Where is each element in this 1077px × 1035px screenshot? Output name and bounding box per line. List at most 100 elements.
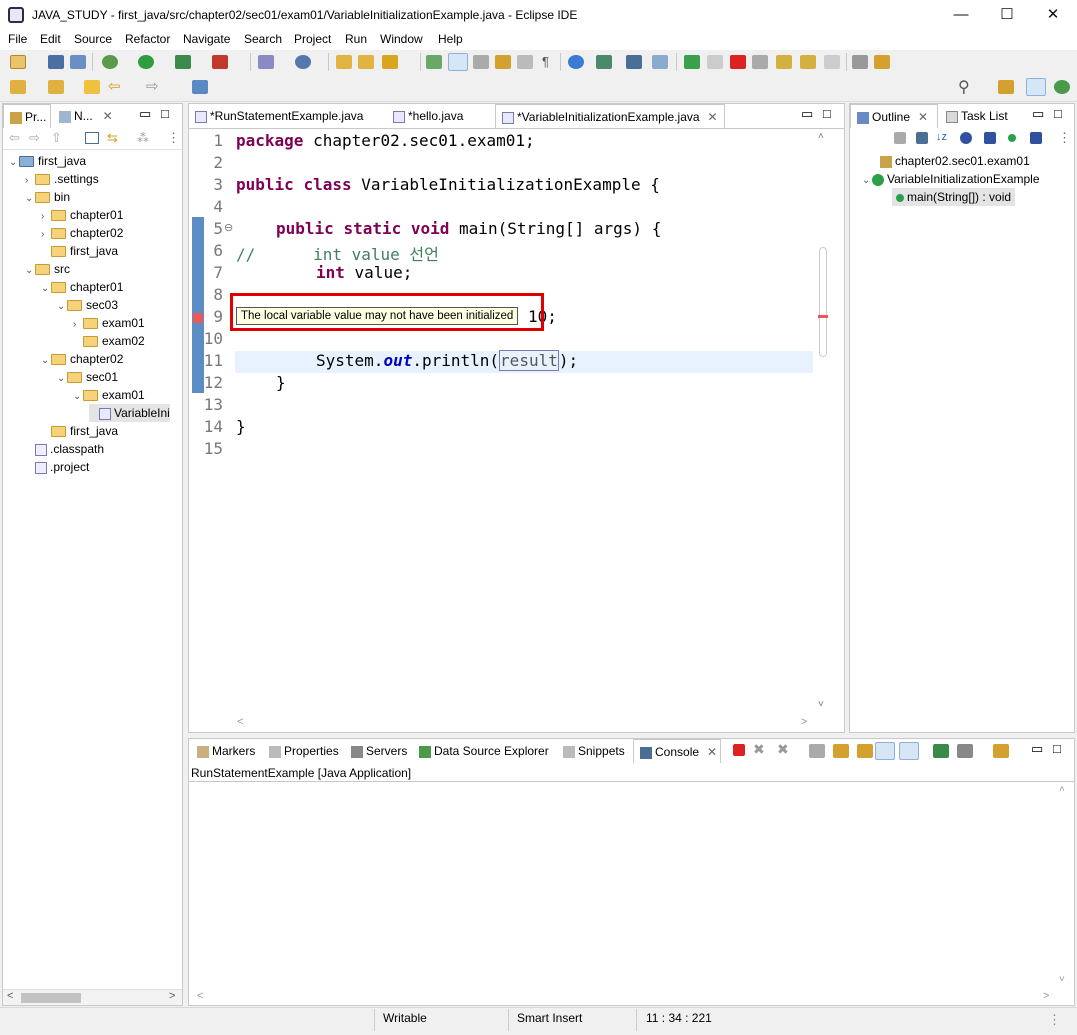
word-wrap-icon[interactable] — [857, 744, 873, 758]
prev-annotation-icon[interactable] — [48, 80, 64, 94]
menu-search[interactable]: Search — [244, 32, 282, 46]
maximize-view-icon[interactable]: □ — [823, 106, 831, 121]
scroll-right-icon[interactable]: > — [801, 716, 807, 728]
suspend-icon[interactable] — [707, 55, 723, 69]
remote-icon[interactable] — [652, 55, 668, 69]
tree-item[interactable]: first_java — [41, 422, 118, 440]
java-perspective-icon[interactable] — [596, 55, 612, 69]
tab-console[interactable]: Console ✕ — [633, 739, 721, 763]
tree-item[interactable]: ⌄ src — [25, 260, 70, 278]
code-editor[interactable]: 1 2 3 4 5 6 7 8 9 10 11 12 13 14 15 ⊖ pa… — [189, 128, 844, 719]
scroll-right-icon[interactable]: > — [169, 990, 175, 1002]
java-perspective-button-icon[interactable] — [1026, 78, 1046, 96]
terminate-icon[interactable] — [733, 744, 745, 756]
filter-icon[interactable]: ⁂ — [137, 131, 149, 145]
remove-launch-icon[interactable]: ✖ — [753, 741, 765, 758]
link-icon[interactable] — [916, 132, 928, 144]
collapse-all-icon[interactable] — [85, 132, 99, 144]
close-tab-icon[interactable]: ✕ — [918, 110, 928, 124]
save-icon[interactable] — [48, 55, 64, 69]
debug-perspective-icon[interactable] — [1054, 80, 1070, 94]
tree-item[interactable]: ⌄ exam01 — [73, 386, 145, 404]
tree-item[interactable]: first_java — [41, 242, 118, 260]
view-menu-icon[interactable]: ⋮ — [1058, 130, 1071, 146]
minimize-view-icon[interactable]: ▭ — [801, 106, 813, 122]
maximize-button[interactable]: ☐ — [984, 0, 1030, 30]
expanded-arrow-icon[interactable]: ⌄ — [73, 388, 83, 406]
expanded-arrow-icon[interactable]: ⌄ — [41, 352, 51, 370]
menu-edit[interactable]: Edit — [40, 32, 61, 46]
tree-item[interactable]: › exam01 — [73, 314, 145, 332]
next-annotation-icon[interactable] — [10, 80, 26, 94]
close-tab-icon[interactable]: ✕ — [707, 745, 717, 759]
menu-help[interactable]: Help — [438, 32, 463, 46]
error-marker-icon[interactable] — [193, 313, 203, 323]
tree-item[interactable]: › chapter02 — [41, 224, 123, 242]
scroll-up-icon[interactable]: ˄ — [818, 131, 824, 142]
tree-item[interactable]: .project — [25, 458, 89, 476]
error-overview-marker[interactable] — [818, 315, 828, 318]
back-icon[interactable]: ⇦ — [108, 77, 121, 95]
pilcrow-icon[interactable]: ¶ — [542, 54, 549, 69]
save-all-icon[interactable] — [70, 55, 86, 69]
coverage-icon[interactable] — [175, 55, 191, 69]
pin-console-icon[interactable] — [933, 744, 949, 758]
view-menu-icon[interactable]: ⋮ — [167, 130, 180, 146]
search-tool-icon[interactable] — [382, 55, 398, 69]
tree-item[interactable]: .classpath — [25, 440, 104, 458]
new-java-project-icon[interactable] — [258, 55, 274, 69]
open-resource-icon[interactable] — [358, 55, 374, 69]
show-on-stderr-icon[interactable] — [899, 742, 919, 760]
menu-navigate[interactable]: Navigate — [183, 32, 230, 46]
tab-task-list[interactable]: Task List — [940, 104, 1020, 128]
tab-servers[interactable]: Servers — [345, 739, 411, 763]
show-on-stdout-icon[interactable] — [875, 742, 895, 760]
expanded-arrow-icon[interactable]: ⌄ — [57, 298, 67, 316]
resume-icon[interactable] — [684, 55, 700, 69]
editor-tab-variableinit[interactable]: *VariableInitializationExample.java ✕ — [495, 104, 725, 128]
scroll-right-icon[interactable]: > — [1043, 990, 1049, 1002]
maximize-view-icon[interactable]: □ — [161, 106, 169, 121]
hide-fields-icon[interactable] — [960, 132, 972, 144]
open-type-icon[interactable] — [336, 55, 352, 69]
editor-horizontal-scrollbar[interactable]: < > — [189, 714, 844, 732]
tree-item[interactable]: ⌄ first_java — [9, 152, 86, 170]
drop-to-frame-icon[interactable] — [874, 55, 890, 69]
scroll-left-icon[interactable]: < — [7, 990, 13, 1002]
pin-editor-icon[interactable] — [192, 80, 208, 94]
annotation-icon[interactable] — [473, 55, 489, 69]
step-over-icon[interactable] — [800, 55, 816, 69]
step-return-icon[interactable] — [824, 55, 840, 69]
external-tools-icon[interactable] — [212, 55, 228, 69]
tab-navigator[interactable]: N... ✕ — [53, 104, 123, 128]
link-with-editor-icon[interactable]: ⇆ — [107, 130, 118, 146]
minimize-view-icon[interactable]: ▭ — [1031, 741, 1043, 757]
open-console-icon[interactable] — [993, 744, 1009, 758]
tab-data-source-explorer[interactable]: Data Source Explorer — [413, 739, 555, 763]
up-icon[interactable]: ⇧ — [51, 130, 62, 146]
hide-nonpublic-icon[interactable] — [1008, 134, 1016, 142]
scrollbar-thumb[interactable] — [819, 247, 827, 357]
editor-tab-hello[interactable]: *hello.java — [387, 104, 491, 128]
display-console-icon[interactable] — [957, 744, 973, 758]
expanded-arrow-icon[interactable]: ⌄ — [25, 190, 35, 208]
console-view-icon[interactable] — [626, 55, 642, 69]
web-browser-icon[interactable] — [568, 55, 584, 69]
horizontal-scrollbar[interactable]: < > — [3, 989, 182, 1005]
forward-icon[interactable]: ⇨ — [146, 77, 159, 95]
highlight-icon[interactable] — [448, 53, 468, 71]
step-into-icon[interactable] — [776, 55, 792, 69]
expanded-arrow-icon[interactable]: ⌄ — [41, 280, 51, 298]
minimize-button[interactable]: — — [938, 0, 984, 30]
collapse-all-icon[interactable] — [894, 132, 906, 144]
close-tab-icon[interactable]: ✕ — [103, 109, 113, 123]
outline-class[interactable]: ⌄ VariableInitializationExample — [862, 170, 1040, 188]
outline-package[interactable]: chapter02.sec01.exam01 — [880, 152, 1030, 170]
outline-method[interactable]: main(String[]) : void — [892, 188, 1016, 206]
new-icon[interactable] — [10, 55, 26, 69]
expanded-arrow-icon[interactable]: ⌄ — [57, 370, 67, 388]
menu-window[interactable]: Window — [380, 32, 423, 46]
search-icon[interactable]: ⚲ — [958, 77, 970, 97]
hide-local-types-icon[interactable] — [1030, 132, 1042, 144]
tree-item[interactable]: › .settings — [25, 170, 99, 188]
